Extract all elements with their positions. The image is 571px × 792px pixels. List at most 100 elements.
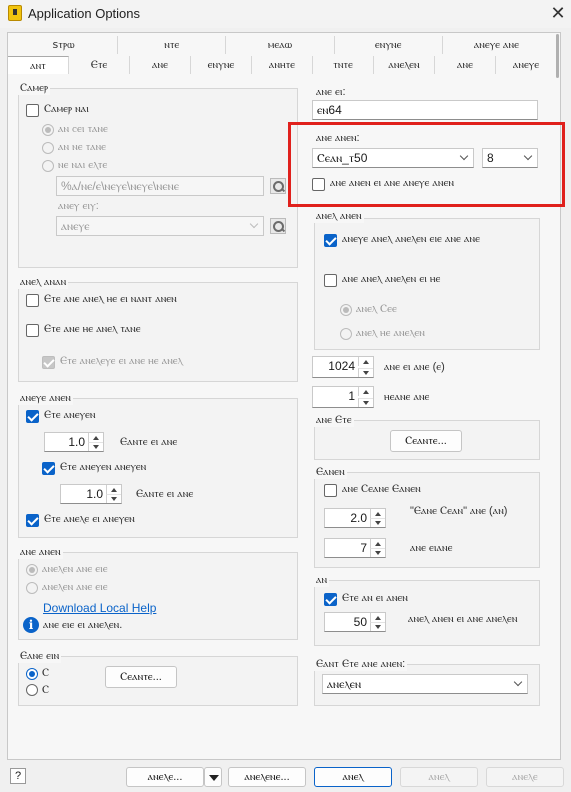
bottom-radio-2[interactable] bbox=[26, 684, 38, 696]
spin-up-icon[interactable] bbox=[358, 387, 373, 396]
spin-down-icon[interactable] bbox=[106, 494, 121, 503]
spin-up-icon[interactable] bbox=[358, 357, 373, 366]
group-right-b-title: ⲁⲛⲉ Ⲉⲧⲉ bbox=[314, 414, 354, 427]
bottom-radio-2-label: Ⲥ bbox=[42, 684, 50, 696]
camera-checkbox[interactable] bbox=[26, 104, 39, 117]
tab-bottom-2[interactable]: Ⲉⲧⲉ bbox=[69, 56, 130, 74]
tab-row-bottom: ⲁⲛⲧ Ⲉⲧⲉ ⲁⲛⲉ ⲉⲛⲩⲛⲉ ⲁⲛⲏⲧⲉ ⲧⲛⲧⲉ ⲁⲛⲉⲗⲉⲛ ⲁⲛⲉ … bbox=[8, 56, 556, 74]
right-a-checkbox-1[interactable] bbox=[324, 234, 337, 247]
right-spin-2-label: ⲏⲉⲁⲛⲉ ⲁⲛⲉ bbox=[384, 391, 430, 403]
tab-bottom-3[interactable]: ⲁⲛⲉ bbox=[130, 56, 191, 74]
right-c-checkbox[interactable] bbox=[324, 484, 337, 497]
camera-browse-icon[interactable] bbox=[270, 178, 286, 194]
tab-bottom-5[interactable]: ⲁⲛⲏⲧⲉ bbox=[252, 56, 313, 74]
spin-down-icon[interactable] bbox=[370, 518, 385, 527]
right-e-select-value: ⲁⲛⲉⲗⲉⲛ bbox=[327, 677, 362, 691]
group-camera-title: Ⲥⲁⲙⲉⲣ bbox=[18, 82, 51, 95]
tab-top-4[interactable]: ⲉⲛⲩⲛⲉ bbox=[335, 36, 443, 54]
camera-sub-select[interactable]: ⲁⲛⲉⲩⲉ bbox=[56, 216, 264, 236]
spin-up-icon[interactable] bbox=[370, 539, 385, 548]
right-spin-1[interactable]: 1024 bbox=[312, 356, 374, 378]
group-right-d-title: ⲁⲛ bbox=[314, 574, 330, 587]
right-a-radio-2[interactable] bbox=[340, 328, 352, 340]
right-d-checkbox[interactable] bbox=[324, 593, 337, 606]
camera-radio-3[interactable] bbox=[42, 160, 54, 172]
scaling-spin-1[interactable]: 1.0 bbox=[44, 432, 104, 452]
right-b-button[interactable]: Ⲥⲉⲁⲛⲧⲉ... bbox=[390, 430, 462, 452]
footer-button-5[interactable]: ⲁⲛⲉⲗⲉ bbox=[486, 767, 564, 787]
spin-up-icon[interactable] bbox=[370, 613, 385, 622]
camera-radio-1[interactable] bbox=[42, 124, 54, 136]
right-c-spin-2-label: ⲁⲛⲉ ⲉⲓⲁⲛⲉ bbox=[410, 542, 453, 554]
scaling-spin-2[interactable]: 1.0 bbox=[60, 484, 122, 504]
spin-up-icon[interactable] bbox=[106, 485, 121, 494]
tab-bottom-4[interactable]: ⲉⲛⲩⲛⲉ bbox=[191, 56, 252, 74]
bottom-radio-1[interactable] bbox=[26, 668, 38, 680]
tab-top-5[interactable]: ⲁⲛⲉⲩⲉ ⲁⲛⲉ bbox=[443, 36, 550, 54]
spin-down-icon[interactable] bbox=[358, 398, 373, 407]
scrollbar[interactable] bbox=[556, 34, 559, 78]
scaling-checkbox-3[interactable] bbox=[26, 514, 39, 527]
camera-checkbox-label: Ⲥⲁⲙⲉⲣ ⲛⲁⲓ bbox=[44, 103, 89, 115]
right-c-spin-1[interactable]: 2.0 bbox=[324, 508, 386, 528]
group-right-c-title: Ⲉⲁⲛⲉⲛ bbox=[314, 466, 347, 479]
footer-ok-button[interactable]: ⲁⲛⲉⲗ bbox=[314, 767, 392, 787]
group-scaling-title: ⲁⲛⲉⲩⲉ ⲁⲛⲉⲛ bbox=[18, 392, 73, 405]
footer-button-2[interactable]: ⲁⲛⲉⲗⲉⲛⲉ... bbox=[228, 767, 306, 787]
camera-radio-2[interactable] bbox=[42, 142, 54, 154]
spin-down-icon[interactable] bbox=[358, 368, 373, 377]
right-top-field[interactable]: ⲉⲛ64 bbox=[312, 100, 538, 120]
scaling-checkbox-2[interactable] bbox=[42, 462, 55, 475]
right-d-spin-value: 50 bbox=[353, 615, 367, 629]
tab-top-1[interactable]: ꜱⲧⲣⲱ bbox=[10, 36, 119, 54]
help-info-text: ⲁⲛⲉ ⲉⲓⲉ ⲉⲓ ⲁⲛⲉⲗⲉⲛ. bbox=[43, 619, 123, 631]
tab-bottom-8[interactable]: ⲁⲛⲉ bbox=[435, 56, 496, 74]
option2-checkbox-1-label: Ⲉⲧⲉ ⲁⲛⲉ ⲁⲛⲉⲗ ⲏⲉ ⲉⲓ ⲛⲁⲛⲧ ⲁⲛⲉⲛ bbox=[44, 293, 177, 305]
group-right-a-title: ⲁⲛⲉⲗ ⲁⲛⲉⲛ bbox=[314, 210, 364, 223]
tab-top-2[interactable]: ⲛⲧⲉ bbox=[118, 36, 227, 54]
spin-down-icon[interactable] bbox=[370, 548, 385, 557]
tab-bottom-1[interactable]: ⲁⲛⲧ bbox=[8, 56, 69, 74]
help-icon[interactable]: ? bbox=[10, 768, 26, 784]
tab-bottom-9[interactable]: ⲁⲛⲉⲩⲉ bbox=[496, 56, 556, 74]
group-help-title: ⲁⲛⲉ ⲁⲛⲉⲛ bbox=[18, 546, 63, 559]
camera-radio-3-label: ⲛⲉ ⲛⲁⲓ ⲉⲗⲧⲉ bbox=[58, 159, 108, 171]
group-options-2-title: ⲁⲛⲉⲗ ⲁⲛⲁⲛ bbox=[18, 276, 69, 289]
right-spin-2-value: 1 bbox=[348, 389, 355, 403]
right-c-checkbox-label: ⲁⲛⲉ Ⲥⲉⲁⲛⲉ Ⲉⲁⲛⲉⲛ bbox=[342, 483, 421, 495]
help-radio-1[interactable] bbox=[26, 564, 38, 576]
group-right-e-title: Ⲉⲁⲛⲧ Ⲉⲧⲉ ⲁⲛⲉ ⲁⲛⲉⲛ: bbox=[314, 658, 408, 671]
window-title: Application Options bbox=[28, 6, 141, 21]
option2-checkbox-2[interactable] bbox=[26, 324, 39, 337]
option2-checkbox-1[interactable] bbox=[26, 294, 39, 307]
scaling-checkbox-1[interactable] bbox=[26, 410, 39, 423]
footer-button-4[interactable]: ⲁⲛⲉⲗ bbox=[400, 767, 478, 787]
tab-bottom-6[interactable]: ⲧⲛⲧⲉ bbox=[313, 56, 374, 74]
right-a-checkbox-2[interactable] bbox=[324, 274, 337, 287]
spin-down-icon[interactable] bbox=[370, 622, 385, 631]
right-a-radio-2-label: ⲁⲛⲉⲗ ⲏⲉ ⲁⲛⲉⲗⲉⲛ bbox=[356, 327, 425, 339]
spin-up-icon[interactable] bbox=[370, 509, 385, 518]
bottom-left-button[interactable]: Ⲥⲉⲁⲛⲧⲉ... bbox=[105, 666, 177, 688]
right-spin-2[interactable]: 1 bbox=[312, 386, 374, 408]
footer-button-1[interactable]: ⲁⲛⲉⲗⲉ... bbox=[126, 767, 204, 787]
option2-checkbox-3[interactable] bbox=[42, 356, 55, 369]
tab-top-3[interactable]: ⲙⲉⲁⲱ bbox=[226, 36, 335, 54]
right-d-spin[interactable]: 50 bbox=[324, 612, 386, 632]
spin-down-icon[interactable] bbox=[88, 442, 103, 451]
tab-bottom-7[interactable]: ⲁⲛⲉⲗⲉⲛ bbox=[374, 56, 435, 74]
download-local-help-link[interactable]: Download Local Help bbox=[43, 601, 156, 615]
help-radio-2[interactable] bbox=[26, 582, 38, 594]
right-e-select[interactable]: ⲁⲛⲉⲗⲉⲛ bbox=[322, 674, 528, 694]
footer-dropdown[interactable] bbox=[204, 767, 222, 787]
right-a-radio-1[interactable] bbox=[340, 304, 352, 316]
right-d-checkbox-label: Ⲉⲧⲉ ⲁⲛ ⲉⲓ ⲁⲛⲉⲛ bbox=[342, 592, 408, 604]
chevron-down-icon bbox=[513, 677, 523, 687]
right-c-spin-2-value: 7 bbox=[360, 541, 367, 555]
spin-up-icon[interactable] bbox=[88, 433, 103, 442]
scaling-checkbox-3-label: Ⲉⲧⲉ ⲁⲛⲉⲗⲉ ⲉⲓ ⲁⲛⲉⲩⲉⲛ bbox=[44, 513, 135, 525]
camera-path-field[interactable]: %ⲁ/ⲛⲉ/ⲉ\ⲛⲉⲩⲉ\ⲛⲉⲩⲉ\ⲛⲉⲛⲉ bbox=[56, 176, 264, 196]
right-c-spin-2[interactable]: 7 bbox=[324, 538, 386, 558]
close-icon[interactable]: ✕ bbox=[548, 2, 568, 24]
camera-sub-browse-icon[interactable] bbox=[270, 218, 286, 234]
